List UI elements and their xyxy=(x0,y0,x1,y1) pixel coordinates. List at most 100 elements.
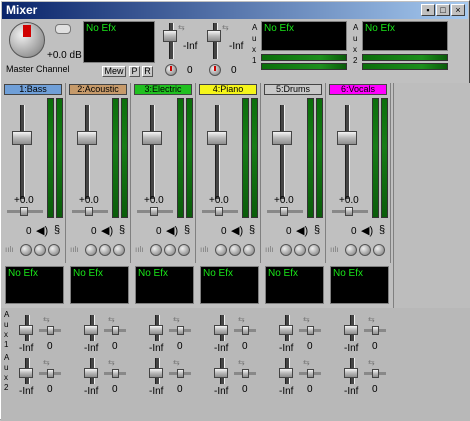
channel-knob-2[interactable] xyxy=(164,244,176,256)
aux-send-fader[interactable] xyxy=(84,325,98,335)
aux-send-pan-slider[interactable] xyxy=(47,369,54,378)
channel-name-header[interactable]: 3:Electric xyxy=(134,84,192,95)
channel-knob-2[interactable] xyxy=(359,244,371,256)
channel-knob-1[interactable] xyxy=(85,244,97,256)
channel-efx-box[interactable]: No Efx xyxy=(330,266,389,304)
channel-knob-1[interactable] xyxy=(345,244,357,256)
channel-name-header[interactable]: 4:Piano xyxy=(199,84,257,95)
channel-fader[interactable] xyxy=(12,131,32,145)
stereo-link-icon[interactable]: § xyxy=(379,224,385,236)
channel-meter-right xyxy=(316,98,323,218)
aux-send-pan-slider[interactable] xyxy=(372,369,379,378)
channel-knob-1[interactable] xyxy=(20,244,32,256)
master-left-pan-knob[interactable] xyxy=(165,64,177,76)
eq-icon: ıılı xyxy=(5,245,14,254)
speaker-icon[interactable]: ◀) xyxy=(36,224,48,237)
aux2-efx-box[interactable]: No Efx xyxy=(362,21,448,51)
aux-send-pan-slider[interactable] xyxy=(307,369,314,378)
speaker-icon[interactable]: ◀) xyxy=(361,224,373,237)
aux-send-fader[interactable] xyxy=(214,325,228,335)
channel-name-header[interactable]: 6:Vocals xyxy=(329,84,387,95)
aux-send-pan-slider[interactable] xyxy=(47,326,54,335)
maximize-button[interactable]: □ xyxy=(436,4,450,16)
channel-name-header[interactable]: 5:Drums xyxy=(264,84,322,95)
master-r-button[interactable]: R xyxy=(142,66,153,77)
channel-knob-2[interactable] xyxy=(99,244,111,256)
aux-send-pan-slider[interactable] xyxy=(112,326,119,335)
pan-lock-icon: ⇆ xyxy=(43,315,50,324)
aux-send-pan-slider[interactable] xyxy=(372,326,379,335)
channel-knob-3[interactable] xyxy=(48,244,60,256)
aux-send-pan-slider[interactable] xyxy=(307,326,314,335)
channel-fader[interactable] xyxy=(337,131,357,145)
channel-knob-3[interactable] xyxy=(308,244,320,256)
channel-knob-2[interactable] xyxy=(34,244,46,256)
speaker-icon[interactable]: ◀) xyxy=(296,224,308,237)
channel-pan-slider[interactable] xyxy=(85,207,93,216)
close-button[interactable]: × xyxy=(451,4,465,16)
channel-pan-slider[interactable] xyxy=(280,207,288,216)
speaker-icon[interactable]: ◀) xyxy=(101,224,113,237)
aux-send-fader[interactable] xyxy=(84,368,98,378)
channel-pan-slider[interactable] xyxy=(150,207,158,216)
channel-efx-box[interactable]: No Efx xyxy=(5,266,64,304)
master-efx-box[interactable]: No Efx xyxy=(83,21,155,63)
channel-efx-box[interactable]: No Efx xyxy=(135,266,194,304)
channel-knob-3[interactable] xyxy=(243,244,255,256)
aux-send-fader[interactable] xyxy=(214,368,228,378)
stereo-link-icon[interactable]: § xyxy=(184,224,190,236)
master-left-fader[interactable] xyxy=(163,30,177,42)
channel-fader[interactable] xyxy=(207,131,227,145)
master-right-pan-knob[interactable] xyxy=(209,64,221,76)
master-toggle[interactable] xyxy=(55,24,71,34)
stereo-link-icon[interactable]: § xyxy=(54,224,60,236)
channel-efx-box[interactable]: No Efx xyxy=(265,266,324,304)
channel-efx-box[interactable]: No Efx xyxy=(70,266,129,304)
aux-send-level: -Inf xyxy=(344,343,359,354)
channel-name-header[interactable]: 1:Bass xyxy=(4,84,62,95)
aux-send-pan-slider[interactable] xyxy=(177,369,184,378)
master-p-button[interactable]: P xyxy=(129,66,140,77)
channel-name-header[interactable]: 2:Acoustic xyxy=(69,84,127,95)
aux-send-fader[interactable] xyxy=(19,368,33,378)
aux-send-fader[interactable] xyxy=(279,368,293,378)
channel-efx-box[interactable]: No Efx xyxy=(200,266,259,304)
speaker-icon[interactable]: ◀) xyxy=(231,224,243,237)
aux-send-fader[interactable] xyxy=(344,368,358,378)
channel-pan-slider[interactable] xyxy=(345,207,353,216)
channel-fader[interactable] xyxy=(142,131,162,145)
channel-fader[interactable] xyxy=(272,131,292,145)
channel-meter-right xyxy=(121,98,128,218)
channel-knob-2[interactable] xyxy=(294,244,306,256)
channel-knob-3[interactable] xyxy=(178,244,190,256)
channel-knob-3[interactable] xyxy=(113,244,125,256)
aux-send-pan-slider[interactable] xyxy=(112,369,119,378)
aux-send-fader[interactable] xyxy=(149,368,163,378)
channel-knob-3[interactable] xyxy=(373,244,385,256)
speaker-icon[interactable]: ◀) xyxy=(166,224,178,237)
aux1-efx-box[interactable]: No Efx xyxy=(261,21,347,51)
stereo-link-icon[interactable]: § xyxy=(119,224,125,236)
stereo-link-icon[interactable]: § xyxy=(314,224,320,236)
channel-pan-slider[interactable] xyxy=(20,207,28,216)
channel-knob-1[interactable] xyxy=(150,244,162,256)
aux-send-fader[interactable] xyxy=(344,325,358,335)
aux-send-pan-slider[interactable] xyxy=(242,369,249,378)
stereo-link-icon[interactable]: § xyxy=(249,224,255,236)
aux-send-fader[interactable] xyxy=(279,325,293,335)
aux-send-pan-slider[interactable] xyxy=(242,326,249,335)
minimize-button[interactable]: ▪ xyxy=(421,4,435,16)
aux-send-pan-slider[interactable] xyxy=(177,326,184,335)
master-right-fader[interactable] xyxy=(207,30,221,42)
channel-fader[interactable] xyxy=(77,131,97,145)
master-mew-button[interactable]: Mew xyxy=(102,66,126,77)
channel-knob-2[interactable] xyxy=(229,244,241,256)
master-gain-knob[interactable] xyxy=(9,22,45,58)
aux-send: ⇆ -Inf 0 xyxy=(212,358,272,398)
channel-knob-1[interactable] xyxy=(280,244,292,256)
channel-knob-1[interactable] xyxy=(215,244,227,256)
aux-send-fader[interactable] xyxy=(149,325,163,335)
pan-lock-icon: ⇆ xyxy=(108,315,115,324)
channel-pan-slider[interactable] xyxy=(215,207,223,216)
aux-send-fader[interactable] xyxy=(19,325,33,335)
